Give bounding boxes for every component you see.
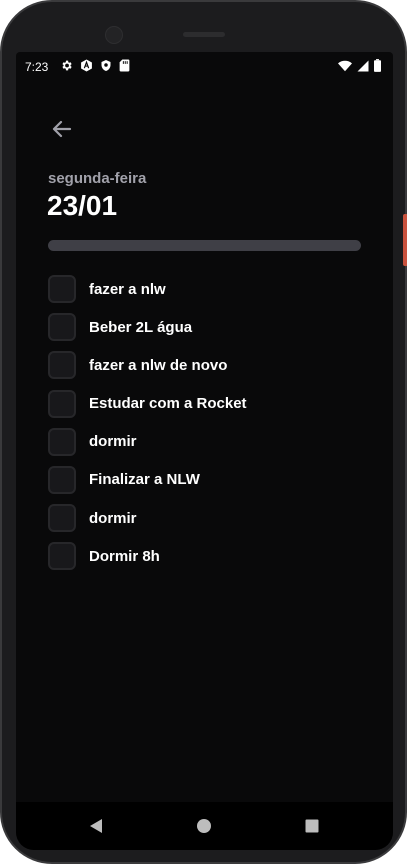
earpiece-speaker bbox=[183, 32, 225, 37]
shield-icon bbox=[101, 60, 111, 71]
habit-checkbox-item[interactable]: Dormir 8h bbox=[48, 541, 378, 571]
signal-icon bbox=[357, 60, 369, 71]
progress-bar bbox=[48, 240, 361, 251]
front-camera bbox=[105, 26, 123, 44]
habit-checkbox-item[interactable]: fazer a nlw de novo bbox=[48, 350, 378, 380]
checkbox[interactable] bbox=[48, 275, 76, 303]
habit-label: dormir bbox=[89, 509, 137, 527]
status-time: 7:23 bbox=[25, 60, 49, 74]
checkbox[interactable] bbox=[48, 313, 76, 342]
habit-checkbox-item[interactable]: Beber 2L água bbox=[48, 312, 378, 342]
nav-home-button[interactable] bbox=[192, 814, 216, 838]
habit-checkbox-item[interactable]: dormir bbox=[48, 503, 378, 533]
wifi-icon bbox=[338, 60, 352, 71]
habit-checkbox-item[interactable]: fazer a nlw bbox=[48, 274, 378, 304]
status-bar: 7:23 bbox=[16, 52, 393, 82]
habit-label: fazer a nlw de novo bbox=[89, 356, 228, 374]
app-screen: 7:23 segunda-feira 23/01 fazer a nlw Beb… bbox=[16, 52, 393, 850]
a-badge-icon bbox=[81, 59, 92, 72]
habit-checkbox-item[interactable]: Finalizar a NLW bbox=[48, 465, 378, 495]
habit-checkbox-item[interactable]: dormir bbox=[48, 427, 378, 457]
recents-square-icon bbox=[305, 819, 319, 833]
habit-label: fazer a nlw bbox=[89, 280, 166, 298]
back-triangle-icon bbox=[90, 819, 102, 833]
sd-card-icon bbox=[119, 59, 130, 72]
checkbox[interactable] bbox=[48, 542, 76, 571]
checkbox[interactable] bbox=[48, 351, 76, 380]
system-navigation-bar bbox=[16, 802, 393, 850]
battery-icon bbox=[374, 59, 381, 72]
checkbox[interactable] bbox=[48, 427, 76, 456]
date-title: 23/01 bbox=[47, 190, 118, 221]
habit-label: Finalizar a NLW bbox=[89, 471, 200, 489]
weekday-label: segunda-feira bbox=[48, 170, 147, 187]
habit-label: Dormir 8h bbox=[89, 547, 160, 565]
nav-back-button[interactable] bbox=[84, 814, 108, 838]
device-frame: 7:23 segunda-feira 23/01 fazer a nlw Beb… bbox=[0, 0, 407, 864]
checkbox[interactable] bbox=[48, 389, 76, 418]
habit-label: Estudar com a Rocket bbox=[89, 395, 247, 413]
gear-icon bbox=[62, 60, 72, 71]
home-circle-icon bbox=[197, 819, 211, 833]
habit-label: Beber 2L água bbox=[89, 318, 193, 336]
status-system-icons bbox=[338, 59, 381, 72]
habit-checkbox-item[interactable]: Estudar com a Rocket bbox=[48, 389, 378, 419]
habit-label: dormir bbox=[89, 433, 137, 451]
back-button[interactable] bbox=[48, 115, 76, 143]
status-notification-icons bbox=[60, 59, 130, 72]
nav-recents-button[interactable] bbox=[300, 814, 324, 838]
checkbox[interactable] bbox=[48, 504, 76, 533]
habit-list: fazer a nlw Beber 2L água fazer a nlw de… bbox=[48, 274, 378, 580]
checkbox[interactable] bbox=[48, 465, 76, 494]
arrow-left-icon bbox=[52, 120, 72, 138]
device-side-button bbox=[403, 214, 407, 266]
